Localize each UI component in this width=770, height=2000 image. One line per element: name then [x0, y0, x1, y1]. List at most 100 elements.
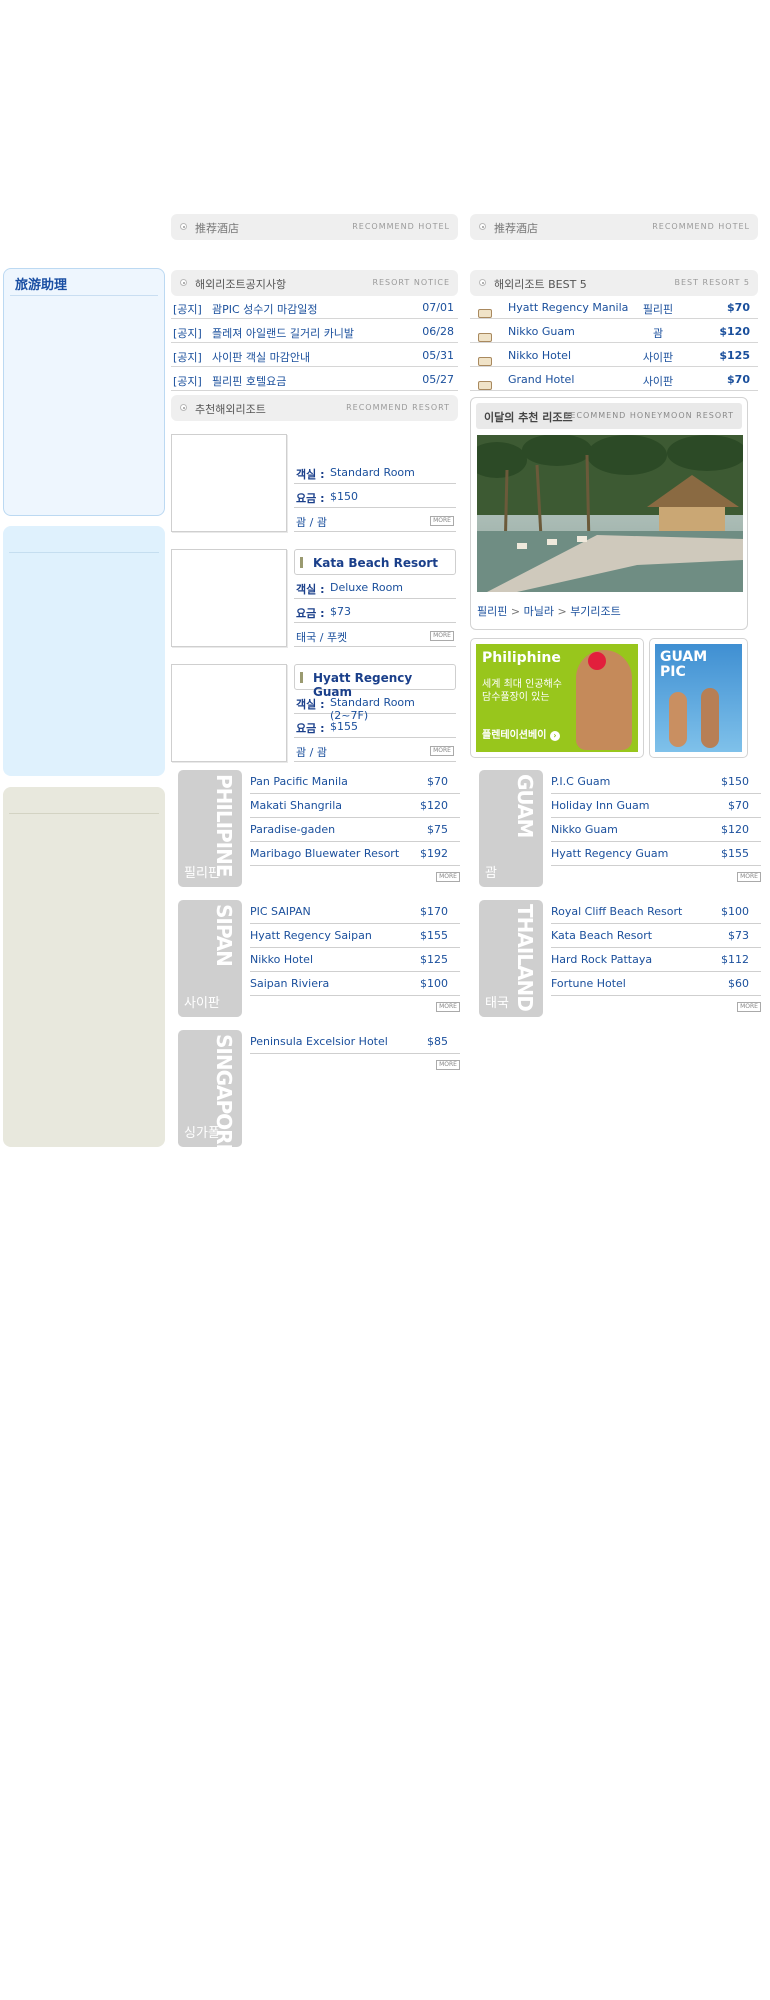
more-button[interactable]: MORE — [430, 516, 454, 526]
hotel-name[interactable]: Nikko Hotel — [250, 953, 313, 966]
hotel-name[interactable]: Fortune Hotel — [551, 977, 626, 990]
hotel-row[interactable]: Royal Cliff Beach Resort $100 — [551, 900, 761, 924]
more-button[interactable]: MORE — [737, 872, 761, 882]
price-line: 요금 : $73 — [294, 599, 456, 623]
hotel-row[interactable]: Kata Beach Resort $73 — [551, 924, 761, 948]
region-tile[interactable]: THAILAND 태국 — [479, 900, 543, 1017]
hotel-price: $155 — [420, 929, 448, 942]
more-button[interactable]: MORE — [430, 631, 454, 641]
hotel-name[interactable]: Kata Beach Resort — [551, 929, 652, 942]
hotel-name[interactable]: Saipan Riviera — [250, 977, 329, 990]
hotel-name[interactable]: Royal Cliff Beach Resort — [551, 905, 682, 918]
best-resort-row[interactable]: Nikko Guam 괌 $120 — [470, 320, 758, 343]
hotel-name[interactable]: Peninsula Excelsior Hotel — [250, 1035, 388, 1048]
breadcrumb[interactable]: 필리핀 > 마닐라 > 부기리조트 — [477, 603, 621, 619]
hotel-price: $85 — [427, 1035, 448, 1048]
region-tile[interactable]: PHILIPINE 필리핀 — [178, 770, 242, 887]
bar-subtitle: RECOMMEND HOTEL — [352, 222, 450, 231]
more-button[interactable]: MORE — [436, 1002, 460, 1012]
hotel-row[interactable]: Maribago Bluewater Resort $192 — [250, 842, 460, 866]
chevron-right-icon: > — [557, 605, 567, 618]
breadcrumb-country[interactable]: 필리핀 — [477, 605, 507, 618]
hotel-row[interactable]: Fortune Hotel $60 — [551, 972, 761, 996]
resort-thumbnail[interactable] — [171, 434, 287, 532]
hotel-row[interactable]: Paradise-gaden $75 — [250, 818, 460, 842]
notice-row[interactable]: [공지] 괌PIC 성수기 마감일정 07/01 — [171, 296, 458, 319]
resort-thumbnail[interactable] — [171, 549, 287, 647]
resort-name[interactable]: Kata Beach Resort — [313, 556, 438, 570]
hotel-row[interactable]: P.I.C Guam $150 — [551, 770, 761, 794]
recommend-hotel-bar-right: 推荐酒店 RECOMMEND HOTEL — [470, 214, 758, 240]
best-resort-row[interactable]: Hyatt Regency Manila 필리핀 $70 — [470, 296, 758, 319]
room-line: 객실 : Standard Room (2~7F) — [294, 690, 456, 722]
best-resort-row[interactable]: Grand Hotel 사이판 $70 — [470, 368, 758, 391]
best-resort-row[interactable]: Nikko Hotel 사이판 $125 — [470, 344, 758, 367]
honeymoon-header: 이달의 추천 리조트 RECOMMEND HONEYMOON RESORT — [476, 403, 742, 429]
best-resort-name[interactable]: Nikko Guam — [508, 325, 575, 338]
hotel-row[interactable]: Hard Rock Pattaya $112 — [551, 948, 761, 972]
hotel-name[interactable]: Holiday Inn Guam — [551, 799, 649, 812]
best-resort-name[interactable]: Grand Hotel — [508, 373, 574, 386]
best-resort-header: 해외리조트 BEST 5 BEST RESORT 5 — [470, 270, 758, 296]
hotel-price: $112 — [721, 953, 749, 966]
philippine-promo-banner[interactable]: Philiphine 세계 최대 인공해수 담수풀장이 있는 플렌테이션베이 › — [470, 638, 644, 758]
notice-tag: [공지] — [173, 303, 202, 316]
breadcrumb-resort[interactable]: 부기리조트 — [570, 605, 621, 618]
field-value: $155 — [330, 720, 358, 733]
breadcrumb-city[interactable]: 마닐라 — [524, 605, 554, 618]
hotel-row[interactable]: Pan Pacific Manila $70 — [250, 770, 460, 794]
hotel-row[interactable]: Holiday Inn Guam $70 — [551, 794, 761, 818]
hotel-row[interactable]: Peninsula Excelsior Hotel $85 — [250, 1030, 460, 1054]
resort-thumbnail[interactable] — [171, 664, 287, 762]
notice-date: 05/27 — [422, 373, 454, 386]
hotel-name[interactable]: Paradise-gaden — [250, 823, 335, 836]
promo-cta[interactable]: 플렌테이션베이 › — [482, 726, 560, 741]
more-button[interactable]: MORE — [430, 746, 454, 756]
hotel-row[interactable]: Saipan Riviera $100 — [250, 972, 460, 996]
region-tile[interactable]: GUAM 괌 — [479, 770, 543, 887]
more-button[interactable]: MORE — [737, 1002, 761, 1012]
hotel-row[interactable]: PIC SAIPAN $170 — [250, 900, 460, 924]
hotel-price: $75 — [427, 823, 448, 836]
hotel-name[interactable]: Hyatt Regency Saipan — [250, 929, 372, 942]
best-resort-name[interactable]: Hyatt Regency Manila — [508, 301, 628, 314]
hotel-row[interactable]: Nikko Guam $120 — [551, 818, 761, 842]
notice-title[interactable]: 플레져 아일랜드 길거리 카니발 — [212, 325, 354, 341]
guam-pic-promo-banner[interactable]: GUAM PIC — [649, 638, 748, 758]
section-subtitle: RECOMMEND RESORT — [346, 403, 450, 412]
notice-row[interactable]: [공지] 필리핀 호텔요금 05/27 — [171, 368, 458, 391]
resort-location: 괌 / 괌 — [296, 516, 327, 529]
hotel-name[interactable]: Pan Pacific Manila — [250, 775, 348, 788]
hotel-name[interactable]: Nikko Guam — [551, 823, 618, 836]
notice-row[interactable]: [공지] 사이판 객실 마감안내 05/31 — [171, 344, 458, 367]
honeymoon-resort-card[interactable]: 이달의 추천 리조트 RECOMMEND HONEYMOON RESORT 필리… — [470, 397, 748, 630]
notice-row[interactable]: [공지] 플레져 아일랜드 길거리 카니발 06/28 — [171, 320, 458, 343]
hotel-name[interactable]: Maribago Bluewater Resort — [250, 847, 399, 860]
more-button[interactable]: MORE — [436, 1060, 460, 1070]
hotel-name[interactable]: Hard Rock Pattaya — [551, 953, 652, 966]
person-illustration — [701, 688, 719, 748]
resort-title-box[interactable]: Hyatt Regency Guam — [294, 664, 456, 699]
resort-title-box[interactable]: Kata Beach Resort — [294, 549, 456, 575]
hotel-row[interactable]: Nikko Hotel $125 — [250, 948, 460, 972]
notice-title[interactable]: 사이판 객실 마감안내 — [212, 349, 310, 365]
promo-title: Philiphine — [482, 650, 561, 666]
hotel-row[interactable]: Hyatt Regency Saipan $155 — [250, 924, 460, 948]
resort-photo[interactable] — [477, 435, 743, 592]
more-button[interactable]: MORE — [436, 872, 460, 882]
field-label: 객실 : — [296, 583, 325, 596]
hotel-price: $170 — [420, 905, 448, 918]
hotel-name[interactable]: P.I.C Guam — [551, 775, 610, 788]
region-tile[interactable]: SIPAN 사이판 — [178, 900, 242, 1017]
hotel-name[interactable]: PIC SAIPAN — [250, 905, 311, 918]
hotel-name[interactable]: Hyatt Regency Guam — [551, 847, 668, 860]
hotel-name[interactable]: Makati Shangrila — [250, 799, 342, 812]
notice-tag: [공지] — [173, 327, 202, 340]
region-tile[interactable]: SINGAPORE 싱가폴 — [178, 1030, 242, 1147]
hotel-row[interactable]: Makati Shangrila $120 — [250, 794, 460, 818]
hotel-row[interactable]: Hyatt Regency Guam $155 — [551, 842, 761, 866]
notice-title[interactable]: 필리핀 호텔요금 — [212, 373, 286, 389]
best-resort-name[interactable]: Nikko Hotel — [508, 349, 571, 362]
person-illustration — [669, 692, 687, 747]
notice-title[interactable]: 괌PIC 성수기 마감일정 — [212, 301, 318, 317]
